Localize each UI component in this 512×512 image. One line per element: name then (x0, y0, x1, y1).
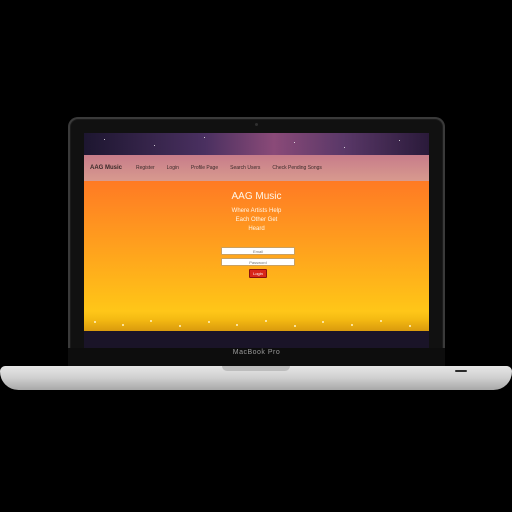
navbar: AAG Music Register Login Profile Page Se… (84, 155, 429, 181)
night-sky (84, 133, 429, 155)
flower-icon (122, 324, 124, 326)
flower-icon (94, 321, 96, 323)
email-field[interactable] (221, 247, 295, 255)
flower-icon (380, 320, 382, 322)
nav-link-check-pending-songs[interactable]: Check Pending Songs (272, 165, 321, 171)
star-icon (154, 145, 155, 146)
flower-icon (179, 325, 181, 327)
laptop-screen: AAG Music Register Login Profile Page Se… (84, 133, 429, 348)
flower-icon (294, 325, 296, 327)
flower-icon (236, 324, 238, 326)
lid-notch (222, 366, 290, 371)
flower-icon (351, 324, 353, 326)
flower-icon (409, 325, 411, 327)
flower-icon (208, 321, 210, 323)
ground (84, 331, 429, 348)
star-icon (104, 139, 105, 140)
stage: AAG Music Register Login Profile Page Se… (0, 0, 512, 512)
tagline-line: Where Artists Help (231, 208, 282, 214)
star-icon (294, 142, 295, 143)
nav-link-login[interactable]: Login (167, 165, 179, 171)
main-content: AAG Music Where Artists Help Each Other … (84, 181, 429, 331)
star-icon (399, 140, 400, 141)
flower-icon (265, 320, 267, 322)
nav-link-profile-page[interactable]: Profile Page (191, 165, 218, 171)
model-label: MacBook Pro (232, 349, 281, 356)
sleep-indicator (455, 370, 467, 372)
password-field[interactable] (221, 258, 295, 266)
nav-link-search-users[interactable]: Search Users (230, 165, 260, 171)
nav-link-register[interactable]: Register (136, 165, 155, 171)
flower-field (84, 311, 429, 331)
nav-brand[interactable]: AAG Music (90, 165, 122, 171)
camera-icon (255, 123, 258, 126)
tagline-line: Each Other Get (235, 217, 278, 223)
tagline-line: Heard (248, 226, 265, 232)
page-title: AAG Music (231, 191, 282, 202)
login-button[interactable]: Login (249, 269, 267, 278)
flower-icon (150, 320, 152, 322)
tagline: Where Artists Help Each Other Get Heard (224, 207, 289, 234)
star-icon (204, 137, 205, 138)
flower-icon (322, 321, 324, 323)
star-icon (344, 147, 345, 148)
